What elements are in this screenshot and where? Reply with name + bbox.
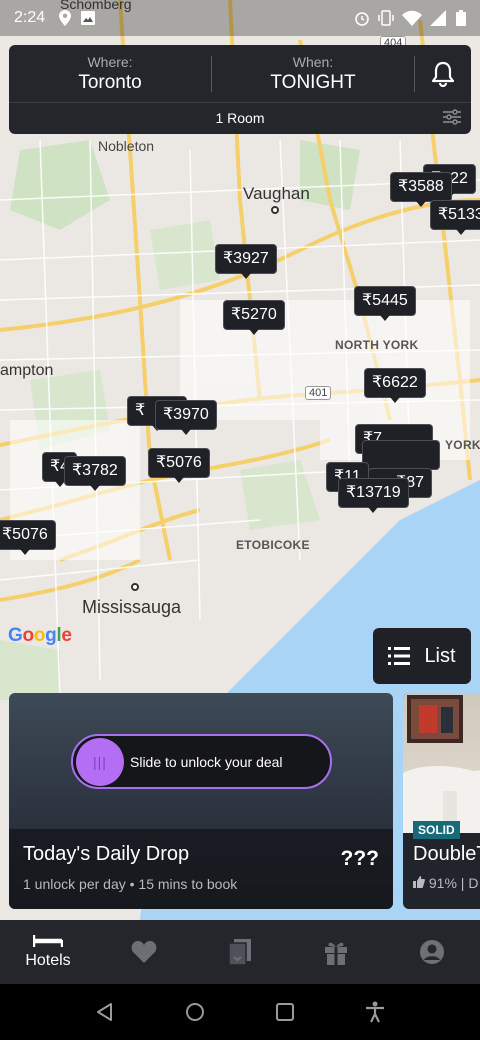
price-pin[interactable]: ₹3927 (215, 244, 277, 279)
status-time: 2:24 (14, 9, 46, 26)
when-selector[interactable]: When: TONIGHT (212, 54, 414, 94)
price-pin[interactable]: ₹5076 (148, 448, 210, 483)
map-label-vaughan: Vaughan (243, 184, 310, 203)
back-icon[interactable] (95, 1002, 115, 1022)
when-value: TONIGHT (270, 71, 356, 93)
when-label: When: (292, 53, 334, 70)
price-pin[interactable]: ₹6622 (364, 368, 426, 403)
bottom-nav: Hotels (0, 920, 480, 984)
recents-icon[interactable] (275, 1002, 295, 1022)
daily-drop-info: Today's Daily Drop ??? 1 unlock per day … (9, 829, 393, 909)
map-label-etobicoke: ETOBICOKE (236, 538, 310, 552)
slider-handle[interactable]: ||| (76, 737, 124, 786)
map-label-york: YORK (445, 438, 480, 452)
map-label-brampton: ampton (0, 362, 54, 379)
where-label: Where: (87, 53, 133, 70)
bell-icon (431, 61, 455, 87)
slider-text: Slide to unlock your deal (130, 753, 283, 770)
accessibility-icon[interactable] (365, 1001, 385, 1023)
image-icon (81, 11, 96, 25)
highway-shield-401: 401 (305, 386, 332, 400)
list-icon (388, 647, 411, 665)
price-pin[interactable]: ₹3970 (155, 400, 217, 435)
price-pin[interactable]: ₹13719 (338, 478, 409, 513)
daily-drop-card[interactable]: ||| Slide to unlock your deal Today's Da… (9, 693, 393, 909)
price-pin[interactable]: ₹3588 (390, 172, 452, 207)
hotel-badge: SOLID (413, 821, 460, 839)
daily-drop-price: ??? (340, 847, 379, 870)
signal-icon (430, 10, 446, 26)
notifications-button[interactable] (415, 45, 471, 103)
rooms-selector[interactable]: 1 Room (9, 103, 471, 133)
price-pin[interactable]: ₹3782 (64, 456, 126, 491)
system-navigation-bar (0, 984, 480, 1040)
list-button-label: List (424, 644, 456, 667)
alarm-icon (355, 12, 369, 26)
bookings-icon (229, 939, 251, 965)
where-value: Toronto (78, 71, 142, 93)
daily-drop-subtitle: 1 unlock per day • 15 mins to book (23, 876, 238, 892)
gift-icon (325, 942, 347, 965)
hotel-rating: 91% | D (413, 875, 478, 891)
nav-account[interactable] (384, 920, 480, 984)
list-view-button[interactable]: List (373, 628, 471, 684)
hotel-name: DoubleT (413, 843, 480, 865)
nav-hotels[interactable]: Hotels (0, 920, 96, 984)
rooms-value: 1 Room (215, 110, 265, 126)
bed-icon (33, 935, 63, 947)
price-pin[interactable]: ₹5133 (430, 200, 480, 235)
filter-icon[interactable] (443, 109, 461, 125)
price-pin[interactable]: ₹5270 (223, 300, 285, 335)
location-icon (59, 10, 72, 26)
hotel-card[interactable]: SOLID DoubleT 91% | D (403, 693, 480, 909)
daily-drop-title: Today's Daily Drop (23, 843, 190, 865)
heart-icon (131, 941, 157, 963)
nav-hotels-label: Hotels (25, 952, 71, 969)
map-label-mississauga: Mississauga (82, 597, 182, 617)
home-icon[interactable] (185, 1002, 205, 1022)
vibrate-icon (378, 10, 394, 26)
battery-icon (456, 10, 466, 26)
city-marker-mississauga (131, 583, 139, 591)
city-marker-vaughan (271, 206, 279, 214)
price-pin-cluster[interactable] (362, 440, 440, 475)
account-icon (420, 940, 444, 964)
google-attribution: Google (8, 625, 72, 646)
nav-favorites[interactable] (96, 920, 192, 984)
map-label-nobleton: Nobleton (98, 138, 155, 154)
price-pin[interactable]: ₹5445 (354, 286, 416, 321)
search-header: Where: Toronto When: TONIGHT 1 Room (9, 45, 471, 134)
status-bar: 2:24 (0, 0, 480, 36)
unlock-slider[interactable]: ||| Slide to unlock your deal (71, 734, 332, 789)
where-selector[interactable]: Where: Toronto (9, 54, 211, 94)
hotel-photo (403, 693, 480, 833)
nav-bookings[interactable] (192, 920, 288, 984)
wifi-icon (402, 10, 422, 26)
thumbs-up-icon (413, 876, 425, 888)
map-label-north-york: NORTH YORK (335, 338, 419, 352)
price-pin[interactable]: ₹5076 (0, 520, 56, 555)
nav-rewards[interactable] (288, 920, 384, 984)
